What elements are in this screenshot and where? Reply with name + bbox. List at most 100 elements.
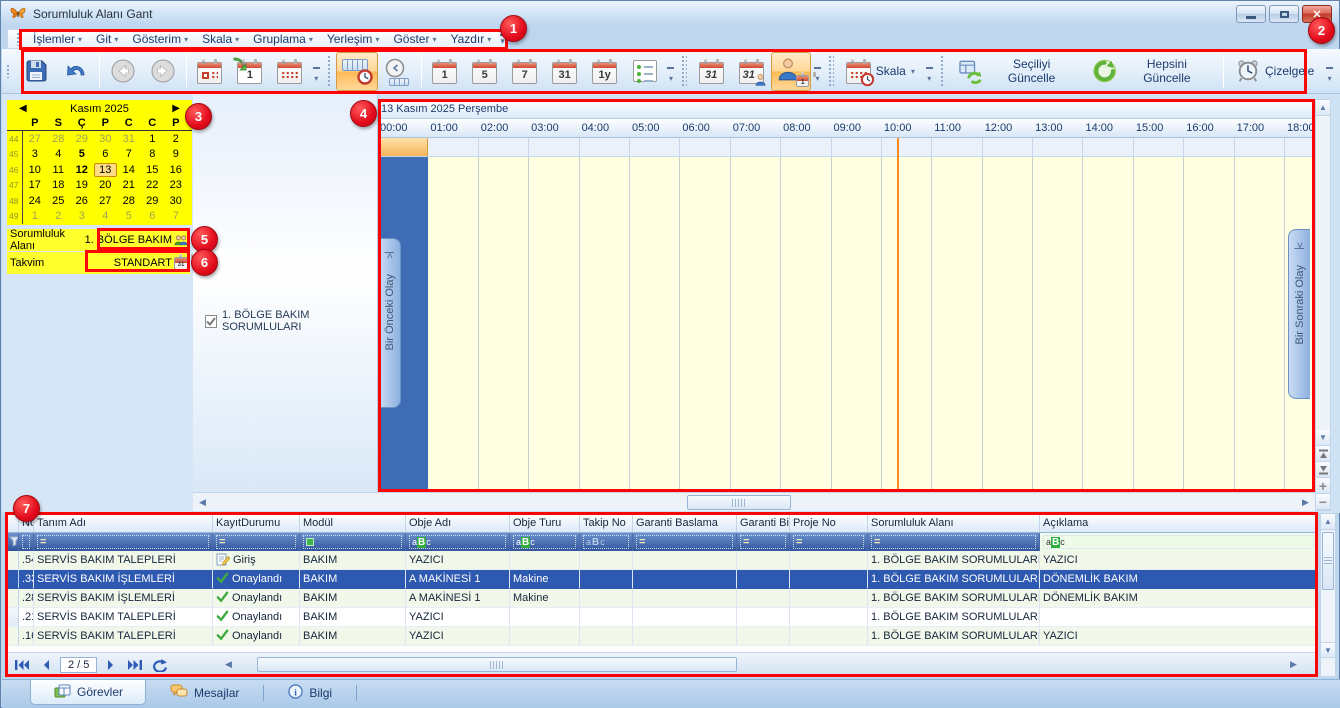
calendar-day[interactable]: 26 (70, 194, 94, 208)
cell-proje-no[interactable] (790, 589, 868, 608)
gantt-band-cell[interactable] (378, 138, 428, 157)
detail-list-button[interactable] (625, 52, 665, 91)
menu-item-yazd-r[interactable]: Yazdır▾ (443, 30, 498, 48)
filter-cell-obje-ad[interactable]: aBc (406, 533, 510, 551)
calendar-day[interactable]: 2 (164, 132, 188, 146)
cell-aciklama[interactable] (1040, 608, 1318, 627)
calendar-day[interactable]: 15 (141, 163, 165, 177)
scroll-left-icon[interactable]: ◀ (195, 495, 210, 509)
small-calendar-icon[interactable]: 31 (174, 257, 188, 270)
cell-tanim-adi[interactable]: SERVİS BAKIM TALEPLERİ (34, 551, 213, 570)
cell-modul[interactable]: BAKIM (300, 551, 406, 570)
cell-proje-no[interactable] (790, 627, 868, 646)
calendar-day[interactable]: 23 (164, 178, 188, 192)
cell-aciklama[interactable]: DÖNEMLİK BAKIM (1040, 589, 1318, 608)
gantt-chart[interactable]: 13 Kasım 2025 Perşembe 00:0001:0002:0003… (378, 100, 1314, 492)
cell-no[interactable]: .54 (19, 551, 34, 570)
toolbar-group-grip-icon[interactable] (327, 55, 333, 87)
undo-button[interactable] (56, 52, 96, 91)
column-header-a-klama[interactable]: Açıklama (1040, 514, 1318, 533)
cell-kayit-durumu[interactable]: Onaylandı (213, 608, 300, 627)
cell-proje-no[interactable] (790, 551, 868, 570)
row-indicator[interactable] (6, 608, 19, 627)
cell-takip-no[interactable] (580, 570, 633, 589)
gantt-band-cell[interactable] (1033, 138, 1083, 157)
cell-sorumluluk-alani[interactable]: 1. BÖLGE BAKIM SORUMLULARI (868, 627, 1040, 646)
filter-cell-proje-no[interactable]: = (790, 533, 868, 551)
row-indicator[interactable] (6, 551, 19, 570)
cell-proje-no[interactable] (790, 608, 868, 627)
month-view-button[interactable]: 31 (691, 52, 731, 91)
cell-aciklama[interactable]: YAZICI (1040, 627, 1318, 646)
tab-bilgi[interactable]: iBilgi (266, 680, 354, 705)
cell-obje-adi[interactable]: A MAKİNESİ 1 (406, 570, 510, 589)
cell-obje-adi[interactable]: A MAKİNESİ 1 (406, 589, 510, 608)
cell-tanim-adi[interactable]: SERVİS BAKIM İŞLEMLERİ (34, 570, 213, 589)
column-header-takip-no[interactable]: Takip No (580, 514, 633, 533)
toolbar-overflow-icon[interactable]: ▾ (923, 53, 936, 89)
gantt-band-cell[interactable] (1235, 138, 1285, 157)
column-header-mod-l[interactable]: Modül (300, 514, 406, 533)
cell-garanti-baslama[interactable] (633, 627, 737, 646)
scale-31-button[interactable]: 31 (545, 52, 585, 91)
cell-kayit-durumu[interactable]: Onaylandı (213, 570, 300, 589)
checked-checkbox-icon[interactable] (205, 315, 217, 328)
table-row[interactable]: .16SERVİS BAKIM TALEPLERİOnaylandıBAKIMY… (6, 627, 1318, 646)
filter-cell-kay-tdurumu[interactable]: = (213, 533, 300, 551)
cell-garanti-baslama[interactable] (633, 551, 737, 570)
filter-cell-no[interactable] (19, 533, 34, 551)
filter-cell-mod-l[interactable] (300, 533, 406, 551)
cell-garanti-bitis[interactable] (737, 570, 790, 589)
gantt-band-cell[interactable] (1285, 138, 1314, 157)
column-header-obje-turu[interactable]: Obje Turu (510, 514, 580, 533)
cell-obje-turu[interactable]: Makine (510, 589, 580, 608)
update-selected-button[interactable]: Seçiliyi Güncelle (949, 52, 1083, 91)
cell-kayit-durumu[interactable]: Onaylandı (213, 589, 300, 608)
calendar-day[interactable]: 29 (70, 132, 94, 146)
gantt-band-cell[interactable] (731, 138, 781, 157)
scroll-left-icon[interactable]: ◀ (221, 657, 236, 671)
scrollbar-thumb[interactable] (687, 495, 791, 510)
calendar-day[interactable]: 10 (23, 163, 47, 177)
refresh-records-button[interactable] (149, 656, 169, 674)
zoom-in-icon[interactable]: + (1316, 478, 1330, 494)
cell-modul[interactable]: BAKIM (300, 589, 406, 608)
calendar-day[interactable]: 12 (70, 163, 94, 177)
cell-obje-adi[interactable]: YAZICI (406, 627, 510, 646)
column-header-tan-m-ad[interactable]: Tanım Adı (34, 514, 213, 533)
scroll-right-icon[interactable]: ▶ (1286, 657, 1301, 671)
column-header-proje-no[interactable]: Proje No (790, 514, 868, 533)
calendar-day[interactable]: 25 (47, 194, 71, 208)
cell-obje-adi[interactable]: YAZICI (406, 608, 510, 627)
filter-cell-garanti-biti[interactable]: = (737, 533, 790, 551)
filter-cell-obje-turu[interactable]: aBc (510, 533, 580, 551)
gantt-band-cell[interactable] (1184, 138, 1234, 157)
fit-time-button[interactable] (378, 52, 418, 91)
calendar-day[interactable]: 27 (23, 132, 47, 146)
zoom-out-icon[interactable]: − (1316, 494, 1330, 510)
update-all-button[interactable]: Hepsini Güncelle (1083, 52, 1220, 91)
cell-modul[interactable]: BAKIM (300, 627, 406, 646)
cell-no[interactable]: .33 (19, 570, 34, 589)
tab-mesajlar[interactable]: Mesajlar (148, 680, 261, 705)
next-record-button[interactable] (101, 656, 121, 674)
filter-cell-garanti-baslama[interactable]: = (633, 533, 737, 551)
cell-garanti-baslama[interactable] (633, 589, 737, 608)
toolbar-grip-icon[interactable] (6, 64, 10, 78)
menu-item-g-sterim[interactable]: Gösterim▾ (125, 30, 195, 48)
cell-sorumluluk-alani[interactable]: 1. BÖLGE BAKIM SORUMLULARI (868, 589, 1040, 608)
cell-obje-adi[interactable]: YAZICI (406, 551, 510, 570)
calendar-day[interactable]: 8 (141, 147, 165, 161)
table-row[interactable]: .54SERVİS BAKIM TALEPLERİGirişBAKIMYAZIC… (6, 551, 1318, 570)
column-header-obje-ad[interactable]: Obje Adı (406, 514, 510, 533)
menu-overflow-icon[interactable]: ▾ (500, 34, 505, 45)
navigate-forward-button[interactable] (143, 52, 183, 91)
filter-cell-takip-no[interactable]: aBc (580, 533, 633, 551)
scrollbar-thumb[interactable] (257, 657, 737, 672)
full-month-button[interactable] (270, 52, 310, 91)
minimize-button[interactable] (1236, 5, 1266, 23)
scroll-down-icon[interactable]: ▼ (1316, 430, 1330, 446)
scroll-up-icon[interactable]: ▲ (1321, 514, 1335, 530)
gantt-band-cell[interactable] (1083, 138, 1133, 157)
calendar-day[interactable]: 20 (94, 178, 118, 192)
